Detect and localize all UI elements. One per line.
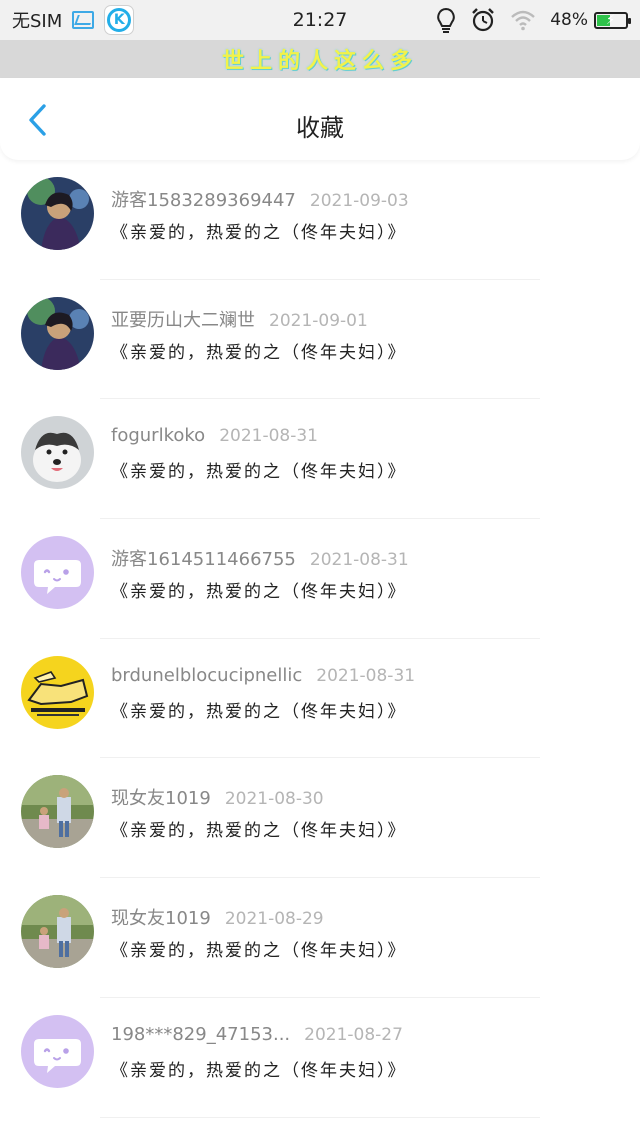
favorites-list: 游客1583289369447 2021-09-03 《亲爱的，热爱的之（佟年夫妇）… — [0, 160, 640, 1118]
date: 2021-08-31 — [309, 550, 409, 571]
date: 2021-09-03 — [309, 191, 409, 211]
top-banner: 世上的人这么多 — [0, 40, 640, 78]
k-app-icon: K — [104, 5, 135, 35]
avatar[interactable] — [21, 895, 94, 969]
list-item[interactable]: 现女友1019 2021-08-30 《亲爱的，热爱的之（佟年夫妇）》 — [0, 758, 640, 879]
avatar[interactable] — [21, 296, 94, 370]
back-button[interactable] — [18, 100, 58, 140]
carrier-label: 无SIM — [12, 11, 63, 32]
item-meta: 游客1583289369447 2021-09-03 — [111, 186, 409, 212]
item-meta: brdunelblocucipnellic 2021-08-31 — [111, 665, 415, 686]
favorite-title: 《亲爱的，热爱的之（佟年夫妇）》 — [111, 582, 407, 603]
avatar[interactable] — [21, 655, 94, 729]
battery-percent: 48% — [550, 10, 588, 30]
list-item[interactable]: 198***829_47153... 2021-08-27 《亲爱的，热爱的之（佟年… — [0, 998, 640, 1118]
username: 现女友1019 — [111, 788, 211, 810]
list-item[interactable]: 亚要历山大二斓世 2021-09-01 《亲爱的，热爱的之（佟年夫妇）》 — [0, 280, 640, 400]
favorite-title: 《亲爱的，热爱的之（佟年夫妇）》 — [111, 342, 407, 363]
status-left: 无SIM K — [12, 0, 135, 40]
date: 2021-09-01 — [269, 310, 368, 331]
favorite-title: 《亲爱的，热爱的之（佟年夫妇）》 — [111, 1060, 407, 1081]
username: 198***829_47153... — [111, 1023, 291, 1045]
favorite-title: 《亲爱的，热爱的之（佟年夫妇）》 — [111, 462, 407, 483]
username: 游客1583289369447 — [111, 190, 296, 211]
username: 现女友1019 — [111, 908, 211, 930]
divider — [100, 1116, 540, 1118]
item-meta: 亚要历山大二斓世 2021-09-01 — [111, 306, 368, 332]
wifi-icon — [510, 9, 536, 31]
username: brdunelblocucipnellic — [111, 664, 303, 686]
date: 2021-08-27 — [304, 1024, 403, 1045]
favorite-title: 《亲爱的，热爱的之（佟年夫妇）》 — [111, 223, 407, 243]
list-item[interactable]: brdunelblocucipnellic 2021-08-31 《亲爱的，热爱的之… — [0, 639, 640, 759]
status-bar: 无SIM K 21:27 48% ⚡ — [0, 0, 640, 40]
header: 收藏 — [0, 78, 640, 160]
list-item[interactable]: 现女友1019 2021-08-29 《亲爱的，热爱的之（佟年夫妇）》 — [0, 878, 640, 998]
bulb-icon — [436, 7, 456, 33]
item-meta: 198***829_47153... 2021-08-27 — [111, 1024, 403, 1045]
battery-icon: ⚡ — [594, 11, 631, 29]
status-right: 48% ⚡ — [436, 0, 631, 40]
item-meta: fogurlkoko 2021-08-31 — [111, 425, 318, 446]
page-title: 收藏 — [296, 114, 344, 142]
favorite-title: 《亲爱的，热爱的之（佟年夫妇）》 — [111, 701, 407, 722]
date: 2021-08-29 — [224, 909, 324, 930]
avatar[interactable] — [21, 177, 94, 250]
item-meta: 现女友1019 2021-08-30 — [111, 784, 324, 810]
avatar[interactable] — [21, 416, 94, 490]
username: fogurlkoko — [111, 425, 206, 447]
alarm-icon — [470, 7, 496, 33]
item-meta: 现女友1019 2021-08-29 — [111, 904, 324, 930]
gallery-icon — [72, 11, 95, 29]
date: 2021-08-31 — [219, 426, 318, 447]
item-meta: 游客1614511466755 2021-08-31 — [111, 545, 409, 571]
list-item[interactable]: 游客1614511466755 2021-08-31 《亲爱的，热爱的之（佟年夫妇）… — [0, 519, 640, 639]
avatar[interactable] — [21, 1014, 94, 1088]
date: 2021-08-30 — [224, 789, 324, 810]
favorite-title: 《亲爱的，热爱的之（佟年夫妇）》 — [111, 821, 407, 842]
avatar[interactable] — [21, 775, 94, 849]
username: 游客1614511466755 — [111, 549, 296, 571]
banner-text: 世上的人这么多 — [221, 49, 418, 74]
avatar[interactable] — [21, 536, 94, 610]
favorite-title: 《亲爱的，热爱的之（佟年夫妇）》 — [111, 941, 407, 962]
chevron-left-icon — [29, 104, 46, 136]
charging-icon: ⚡ — [606, 12, 616, 28]
list-item[interactable]: fogurlkoko 2021-08-31 《亲爱的，热爱的之（佟年夫妇）》 — [0, 399, 640, 520]
list-item[interactable]: 游客1583289369447 2021-09-03 《亲爱的，热爱的之（佟年夫妇）… — [0, 160, 640, 280]
username: 亚要历山大二斓世 — [111, 309, 255, 331]
date: 2021-08-31 — [316, 665, 416, 686]
